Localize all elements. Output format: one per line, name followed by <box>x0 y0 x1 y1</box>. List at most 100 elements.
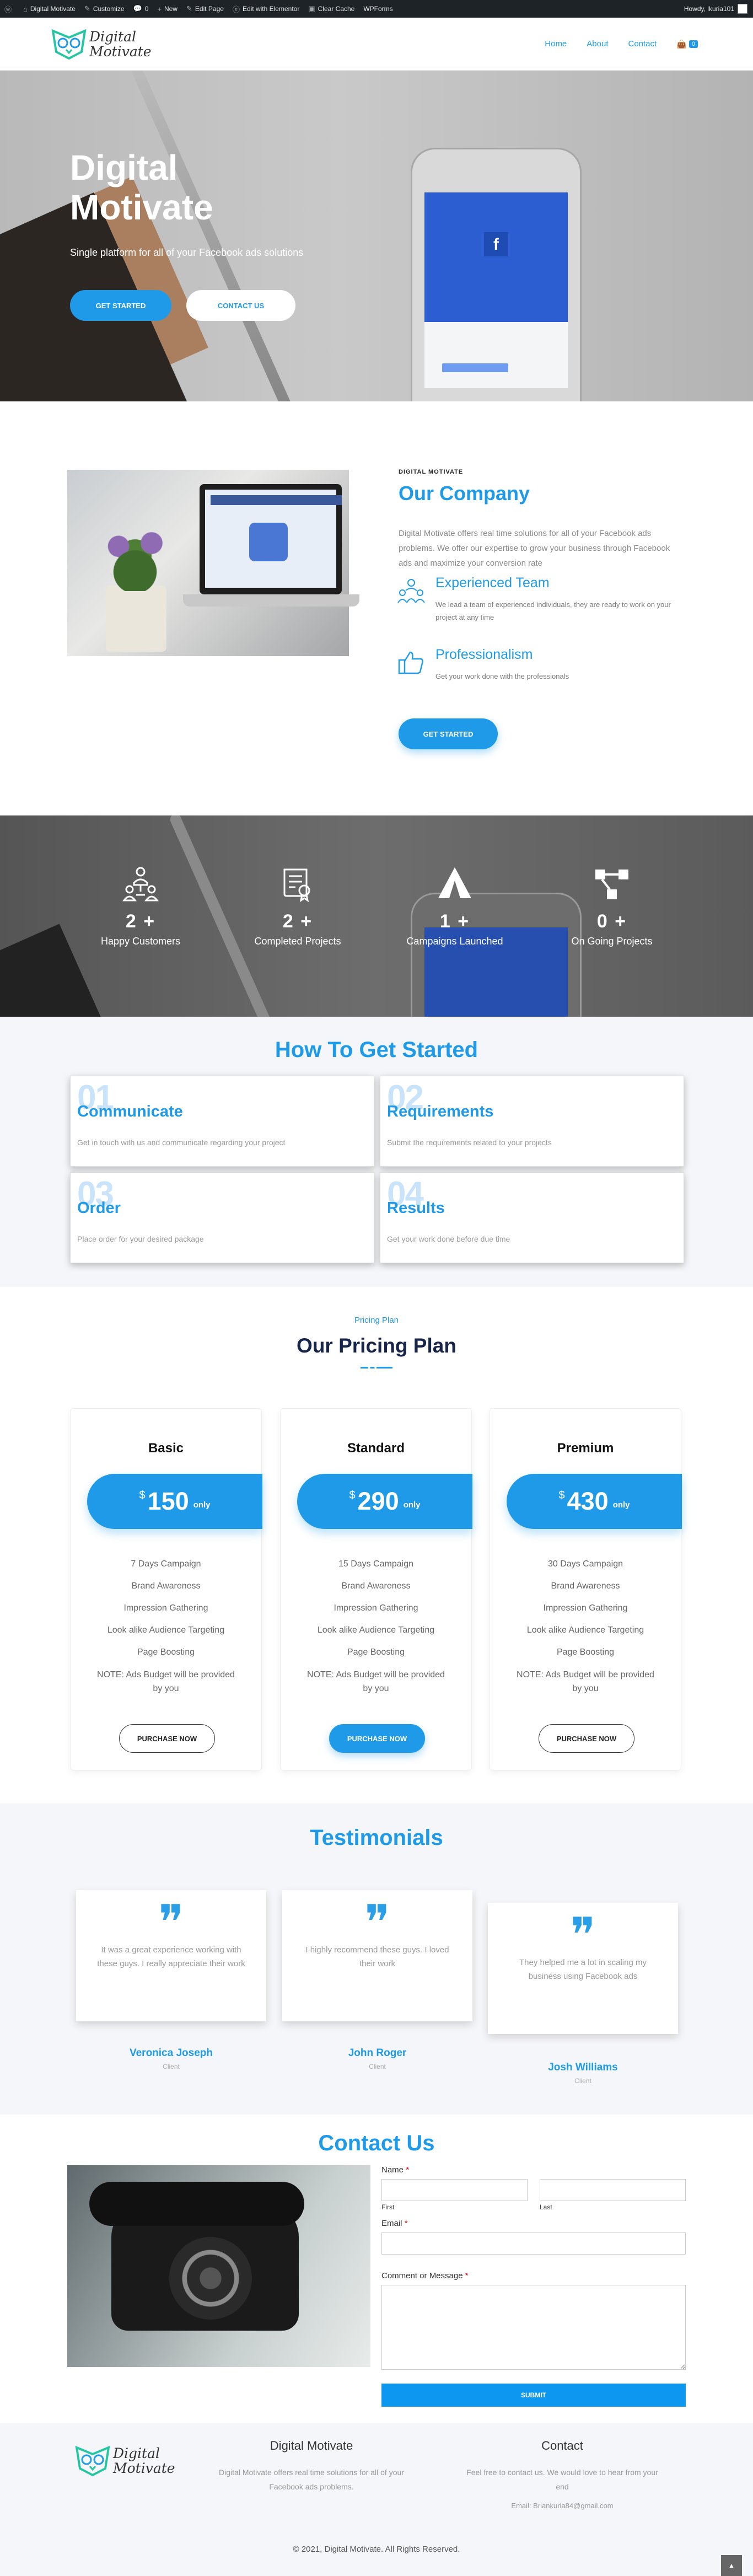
purchase-now-button[interactable]: PURCHASE NOW <box>329 1724 425 1753</box>
steps-grid: 01 Communicate Get in touch with us and co… <box>70 1076 684 1263</box>
cart-button[interactable]: 👜 0 <box>676 39 698 49</box>
company-section: DIGITAL MOTIVATE Our Company Digital Mot… <box>0 401 753 815</box>
owl-logo-icon <box>51 29 87 60</box>
thumbs-up-icon <box>398 651 423 674</box>
plan-standard: Standard $290 only 15 Days Campaign Brand… <box>280 1408 472 1770</box>
how-to-section: How To Get Started 01 Communicate Get in t… <box>0 1017 753 1287</box>
admin-account[interactable]: Howdy, lkuria101 <box>684 4 747 14</box>
scroll-top-button[interactable]: ▲ <box>721 2555 742 2576</box>
tent-icon <box>438 867 471 898</box>
last-name-field[interactable] <box>540 2179 686 2201</box>
step-card: 01 Communicate Get in touch with us and co… <box>70 1076 374 1167</box>
quote-icon: ❞ <box>364 1895 390 1950</box>
contact-form: Name * First Last Email * Comment or Mes… <box>381 2165 686 2407</box>
cart-count: 0 <box>689 40 698 48</box>
pricing-title: Our Pricing Plan <box>297 1334 456 1357</box>
admin-customize[interactable]: ✎ Customize <box>84 4 125 13</box>
wp-admin-bar: ⓦ ⌂ Digital Motivate ✎ Customize 💬 0 + New ✎… <box>0 0 753 18</box>
testimonial-role: Client <box>369 2063 386 2070</box>
footer-logo[interactable]: Digital Motivate <box>74 2444 175 2477</box>
handset-image <box>89 2182 304 2226</box>
plan-basic: Basic $150 only 7 Days Campaign Brand Awa… <box>70 1408 262 1770</box>
plan-features: 30 Days Campaign Brand Awareness Impress… <box>517 1559 654 1693</box>
testimonial-role: Client <box>574 2077 591 2085</box>
nav-contact[interactable]: Contact <box>628 39 657 49</box>
title-divider <box>361 1367 392 1368</box>
copyright: © 2021, Digital Motivate. All Rights Res… <box>293 2545 460 2554</box>
plant-image <box>94 527 176 591</box>
email-label: Email * <box>381 2219 408 2228</box>
company-title: Our Company <box>399 482 530 505</box>
step-card: 03 Order Place order for your desired pack… <box>70 1172 374 1263</box>
price-ribbon: $290 only <box>297 1474 472 1529</box>
company-get-started-button[interactable]: GET STARTED <box>399 718 498 749</box>
phone-image: f <box>411 148 582 401</box>
workflow-icon <box>595 870 628 899</box>
comment-icon: 💬 <box>133 4 142 13</box>
plan-features: 15 Days Campaign Brand Awareness Impress… <box>307 1559 445 1693</box>
nav-about[interactable]: About <box>587 39 608 49</box>
admin-wpforms[interactable]: WPForms <box>363 5 392 13</box>
elementor-icon: ⓔ <box>232 5 240 14</box>
price-ribbon: $430 only <box>507 1474 682 1529</box>
home-icon: ⌂ <box>23 4 28 13</box>
logo-wordmark: Digital Motivate <box>89 28 152 60</box>
testimonial-name: Veronica Joseph <box>129 2047 213 2059</box>
contact-us-button[interactable]: CONTACT US <box>186 290 295 321</box>
quote-icon: ❞ <box>158 1895 184 1950</box>
admin-comments[interactable]: 💬 0 <box>133 4 149 13</box>
hero-title: Digital Motivate <box>70 148 213 227</box>
admin-elementor[interactable]: ⓔ Edit with Elementor <box>233 4 299 14</box>
like-icon <box>249 523 288 561</box>
team-icon <box>397 579 425 603</box>
logo-wordmark: Digital Motivate <box>113 2445 175 2476</box>
pencil-icon: ✎ <box>186 4 192 13</box>
wordpress-icon: ⓦ <box>4 5 12 14</box>
admin-site-link[interactable]: ⌂ Digital Motivate <box>23 5 76 13</box>
hero-tagline: Single platform for all of your Facebook… <box>70 247 304 258</box>
testimonials-section: Testimonials ❞ It was a great experience … <box>0 1804 753 2115</box>
first-name-field[interactable] <box>381 2179 528 2201</box>
purchase-now-button[interactable]: PURCHASE NOW <box>539 1724 634 1753</box>
how-title: How To Get Started <box>275 1038 478 1062</box>
bag-icon: 👜 <box>676 39 687 49</box>
name-label: Name * <box>381 2165 410 2175</box>
avatar <box>738 4 747 14</box>
testimonial-card: ❞ They helped me a lot in scaling my busi… <box>488 1903 678 2034</box>
step-card: 02 Requirements Submit the requirements re… <box>380 1076 684 1167</box>
step-card: 04 Results Get your work done before due t… <box>380 1172 684 1263</box>
plan-premium: Premium $430 only 30 Days Campaign Brand … <box>490 1408 682 1770</box>
plant-pot <box>106 586 166 652</box>
main-nav: Home About Contact 👜 0 <box>545 39 698 49</box>
testimonial-name: John Roger <box>348 2047 407 2059</box>
stat-happy-customers: 2 + Happy Customers <box>58 865 223 947</box>
testimonials-title: Testimonials <box>310 1826 443 1850</box>
admin-clear-cache[interactable]: ▣ Clear Cache <box>308 4 354 13</box>
site-logo[interactable]: Digital Motivate <box>51 28 152 61</box>
stat-ongoing-projects: 0 + On Going Projects <box>529 865 695 947</box>
certificate-icon <box>283 868 310 903</box>
owl-logo-icon <box>75 2445 110 2477</box>
nav-home[interactable]: Home <box>545 39 567 49</box>
admin-new[interactable]: + New <box>157 5 178 13</box>
cache-icon: ▣ <box>308 4 315 13</box>
contact-title: Contact Us <box>318 2131 435 2155</box>
customers-icon <box>122 867 159 901</box>
message-field[interactable] <box>381 2285 686 2370</box>
email-field[interactable] <box>381 2232 686 2255</box>
wordpress-menu[interactable]: ⓦ <box>4 4 14 14</box>
contact-section: Contact Us Name * First Last Email * Com… <box>0 2115 753 2423</box>
get-started-button[interactable]: GET STARTED <box>70 290 171 321</box>
pricing-eyebrow: Pricing Plan <box>354 1316 399 1325</box>
chevron-up-icon: ▲ <box>728 2562 735 2569</box>
testimonial-card: ❞ It was a great experience working with … <box>76 1890 266 2021</box>
testimonial-name: Josh Williams <box>548 2062 618 2073</box>
brush-icon: ✎ <box>84 4 90 13</box>
admin-edit-page[interactable]: ✎ Edit Page <box>186 4 224 13</box>
purchase-now-button[interactable]: PURCHASE NOW <box>119 1724 215 1753</box>
footer-about: Digital Motivate Digital Motivate offers… <box>219 2439 404 2491</box>
hero-section: f Digital Motivate Single platform for a… <box>0 71 753 401</box>
submit-button[interactable]: SUBMIT <box>381 2384 686 2407</box>
footer-email[interactable]: Email: Briankuria84@gmail.com <box>463 2502 661 2510</box>
company-description: Digital Motivate offers real time soluti… <box>399 529 670 568</box>
